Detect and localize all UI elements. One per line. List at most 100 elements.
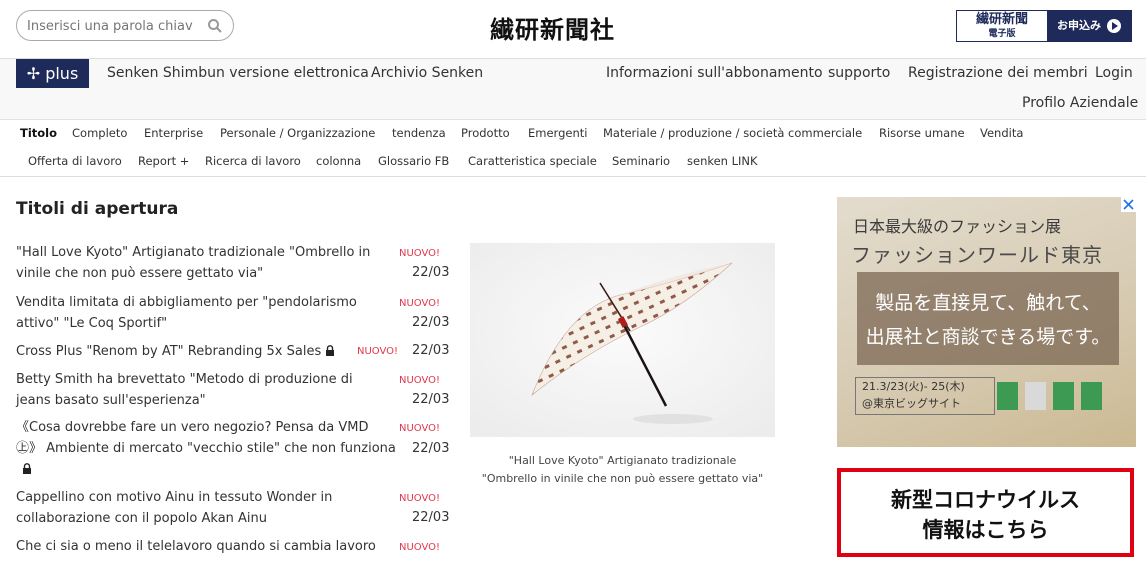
nav-link-archive[interactable]: Archivio Senken: [371, 65, 483, 81]
article-item[interactable]: 《Cosa dovrebbe fare un vero negozio? Pen…: [16, 417, 450, 481]
lock-icon: [23, 463, 31, 474]
article-date: 22/03: [412, 441, 450, 456]
category-tab-job-search[interactable]: Ricerca di lavoro: [205, 154, 301, 168]
article-item[interactable]: "Hall Love Kyoto" Artigianato tradiziona…: [16, 242, 450, 286]
nav-link-subscription[interactable]: Informazioni sull'abbonamento: [606, 65, 823, 81]
article-item[interactable]: Betty Smith ha brevettato "Metodo di pro…: [16, 369, 450, 413]
category-tab-material[interactable]: Materiale / produzione / società commerc…: [603, 126, 862, 140]
close-icon[interactable]: [1121, 197, 1136, 212]
article-title-line[interactable]: attivo" "Le Coq Sportif": [16, 316, 167, 331]
article-title[interactable]: Che ci sia o meno il telelavoro quando s…: [16, 536, 376, 557]
search-box[interactable]: [16, 10, 234, 41]
article-item[interactable]: Che ci sia o meno il telelavoro quando s…: [16, 536, 450, 563]
ad-heading: 日本最大級のファッション展: [853, 217, 1062, 236]
sponsor-logo-icon: [1081, 382, 1102, 410]
new-badge: NUOVO!: [357, 346, 399, 357]
sponsor-logo-icon: [1025, 382, 1046, 410]
umbrella-illustration: [470, 243, 775, 437]
covid-banner-line[interactable]: 情報はこちら: [841, 515, 1130, 545]
category-tab-special[interactable]: Caratteristica speciale: [468, 154, 597, 168]
nav-link-support[interactable]: supporto: [828, 65, 890, 81]
article-title-line[interactable]: Cappellino con motivo Ainu in tessuto Wo…: [16, 490, 332, 505]
category-tab-sales[interactable]: Vendita: [980, 126, 1023, 140]
article-item[interactable]: Vendita limitata di abbigliamento per "p…: [16, 292, 450, 336]
article-title-line[interactable]: jeans basato sull'esperienza": [16, 393, 206, 408]
article-title-line[interactable]: Betty Smith ha brevettato "Metodo di pro…: [16, 372, 353, 387]
apply-label: お申込み: [1057, 19, 1101, 32]
covid-info-banner[interactable]: 新型コロナウイルス 情報はこちら: [837, 468, 1134, 557]
edition-subtitle: 電子版: [988, 29, 1016, 39]
ad-venue: @東京ビッグサイト: [862, 397, 961, 410]
ad-event-name: ファッションワールド東京: [851, 243, 1103, 267]
article-title-line[interactable]: 《Cosa dovrebbe fare un vero negozio? Pen…: [16, 420, 369, 435]
plus-button[interactable]: ✢ plus: [16, 59, 89, 88]
ad-close-button[interactable]: [1121, 197, 1136, 212]
article-item[interactable]: Cappellino con motivo Ainu in tessuto Wo…: [16, 487, 450, 531]
category-tab-emerging[interactable]: Emergenti: [528, 126, 587, 140]
category-tab-job-offers[interactable]: Offerta di lavoro: [28, 154, 122, 168]
sponsor-logo-icon: [997, 382, 1018, 410]
article-title-line[interactable]: Cross Plus "Renom by AT" Rebranding 5x S…: [16, 344, 321, 359]
category-tab-seminar[interactable]: Seminario: [612, 154, 670, 168]
digital-edition-button[interactable]: 繊研新聞 電子版 お申込み: [956, 10, 1132, 42]
category-tab-title[interactable]: Titolo: [20, 126, 57, 140]
category-tab-trend[interactable]: tendenza: [392, 126, 446, 140]
edition-title: 繊研新聞: [975, 12, 1028, 27]
arrow-right-icon: [1107, 19, 1121, 33]
article-title[interactable]: Cross Plus "Renom by AT" Rebranding 5x S…: [16, 341, 335, 362]
category-bar: Titolo Completo Enterprise Personale / O…: [0, 120, 1146, 177]
nav-link-register[interactable]: Registrazione dei membri: [908, 65, 1088, 81]
search-input[interactable]: [27, 17, 197, 35]
category-tab-hr[interactable]: Risorse umane: [879, 126, 965, 140]
featured-article-image[interactable]: [470, 243, 775, 437]
nav-link-login[interactable]: Login: [1095, 65, 1133, 81]
site-logo[interactable]: 繊研新聞社: [490, 10, 615, 45]
section-title: Titoli di apertura: [16, 199, 179, 219]
new-badge: NUOVO!: [399, 493, 441, 504]
caption-line[interactable]: "Hall Love Kyoto" Artigianato tradiziona…: [509, 454, 737, 467]
caption-line[interactable]: "Ombrello in vinile che non può essere g…: [482, 472, 763, 485]
new-badge: NUOVO!: [399, 542, 441, 553]
category-tab-link[interactable]: senken LINK: [687, 154, 758, 168]
article-title-line[interactable]: collaborazione con il popolo Akan Ainu: [16, 511, 267, 526]
article-date: 22/03: [412, 265, 450, 280]
article-date: 22/03: [412, 343, 450, 358]
article-title-line[interactable]: "Hall Love Kyoto" Artigianato tradiziona…: [16, 245, 370, 260]
new-badge: NUOVO!: [399, 375, 441, 386]
article-date: 22/03: [412, 315, 450, 330]
article-title-line[interactable]: vinile che non può essere gettato via": [16, 266, 263, 281]
article-date: 22/03: [412, 392, 450, 407]
article-title[interactable]: Vendita limitata di abbigliamento per "p…: [16, 292, 357, 334]
category-tab-column[interactable]: colonna: [316, 154, 361, 168]
lock-icon: [326, 345, 335, 356]
ad-date-box: 21.3/23(火)- 25(木) @東京ビッグサイト: [855, 377, 995, 415]
article-title[interactable]: Cappellino con motivo Ainu in tessuto Wo…: [16, 487, 332, 529]
apply-button[interactable]: お申込み: [1047, 11, 1131, 41]
nav-link-electronic-edition[interactable]: Senken Shimbun versione elettronica: [107, 65, 369, 81]
category-tab-glossary[interactable]: Glossario FB: [378, 154, 449, 168]
category-tab-complete[interactable]: Completo: [72, 126, 127, 140]
category-tab-enterprise[interactable]: Enterprise: [144, 126, 203, 140]
article-title-line[interactable]: Vendita limitata di abbigliamento per "p…: [16, 295, 357, 310]
covid-banner-line[interactable]: 新型コロナウイルス: [841, 485, 1130, 515]
article-title-line[interactable]: ㊤》 Ambiente di mercato "vecchio stile" c…: [16, 441, 396, 456]
nav-link-company-profile[interactable]: Profilo Aziendale: [1022, 95, 1138, 111]
image-caption[interactable]: "Hall Love Kyoto" Artigianato tradiziona…: [470, 452, 775, 488]
article-title[interactable]: 《Cosa dovrebbe fare un vero negozio? Pen…: [16, 417, 396, 480]
sponsor-logo-icon: [1053, 382, 1074, 410]
top-header: 繊研新聞社 繊研新聞 電子版 お申込み: [0, 0, 1146, 59]
category-tab-personnel[interactable]: Personale / Organizzazione: [220, 126, 375, 140]
main-navigation: ✢ plus Senken Shimbun versione elettroni…: [0, 59, 1146, 120]
article-title[interactable]: "Hall Love Kyoto" Artigianato tradiziona…: [16, 242, 370, 284]
advertisement-banner[interactable]: 日本最大級のファッション展 ファッションワールド東京 製品を直接見て、触れて、 …: [837, 197, 1136, 447]
new-badge: NUOVO!: [399, 298, 441, 309]
search-icon[interactable]: [207, 18, 223, 34]
ad-message-line: 出展社と商談できる場です。: [865, 326, 1111, 348]
article-title[interactable]: Betty Smith ha brevettato "Metodo di pro…: [16, 369, 353, 411]
edition-badge[interactable]: 繊研新聞 電子版: [957, 11, 1047, 41]
ad-message-box: 製品を直接見て、触れて、 出展社と商談できる場です。: [857, 272, 1119, 365]
article-item[interactable]: Cross Plus "Renom by AT" Rebranding 5x S…: [16, 341, 450, 363]
category-tab-report-plus[interactable]: Report +: [138, 154, 189, 168]
category-tab-product[interactable]: Prodotto: [461, 126, 510, 140]
article-title-line[interactable]: Che ci sia o meno il telelavoro quando s…: [16, 539, 376, 554]
